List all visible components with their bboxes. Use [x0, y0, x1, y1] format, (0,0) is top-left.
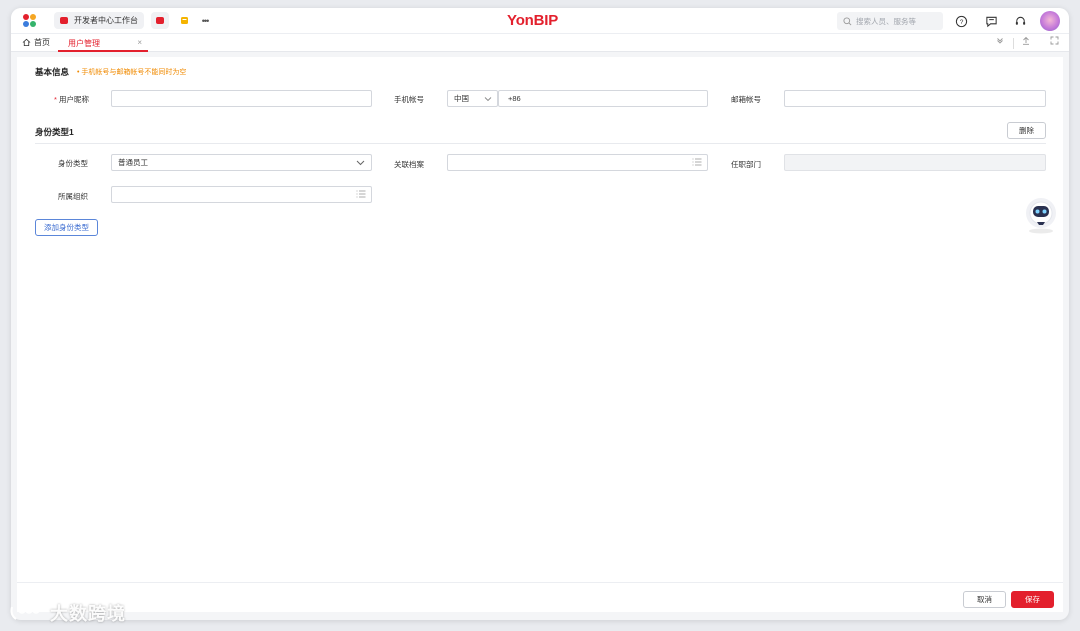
list-icon[interactable]	[692, 158, 702, 166]
chevron-down-icon[interactable]	[996, 36, 1004, 46]
top-bar: 开发者中心工作台 ••• YonBIP 搜索人员、服务等 ?	[11, 8, 1069, 34]
identity-type-value: 普通员工	[118, 158, 148, 167]
email-label: 邮箱帐号	[731, 95, 761, 104]
country-value: 中国	[454, 94, 469, 103]
archive-label: 关联档案	[394, 160, 424, 169]
search-input[interactable]: 搜索人员、服务等	[837, 12, 943, 30]
identity-type-select[interactable]: 普通员工	[111, 154, 372, 171]
tabs-divider	[1013, 38, 1014, 49]
footer-bar: 取消 保存	[17, 582, 1063, 612]
delete-button[interactable]: 删除	[1007, 122, 1046, 139]
list-icon[interactable]	[356, 190, 366, 198]
note-icon[interactable]	[177, 13, 193, 29]
dept-label: 任职部门	[731, 160, 761, 169]
phone-label: 手机帐号	[394, 95, 424, 104]
org-input[interactable]	[111, 186, 372, 203]
phone-input[interactable]: +86	[498, 90, 708, 107]
tab-home[interactable]: 首页	[22, 37, 50, 48]
basic-info-hint: • 手机帐号与邮箱帐号不能同时为空	[77, 69, 187, 76]
required-mark: *	[54, 95, 57, 104]
search-icon	[843, 16, 852, 25]
identity-type-label: 身份类型	[58, 159, 88, 168]
add-identity-type-button[interactable]: 添加身份类型	[35, 219, 98, 236]
nickname-input[interactable]	[111, 90, 372, 107]
dept-input	[784, 154, 1046, 171]
close-tab-icon[interactable]: ×	[137, 38, 142, 47]
watermark-text: 大数跨境	[50, 604, 126, 624]
app-window: 开发者中心工作台 ••• YonBIP 搜索人员、服务等 ? 首页 用户管理 ×…	[11, 8, 1069, 620]
tab-user-management-label: 用户管理	[68, 39, 100, 48]
upload-icon[interactable]	[1022, 36, 1030, 47]
headset-icon[interactable]	[1012, 13, 1028, 29]
org-label: 所属组织	[58, 192, 88, 201]
archive-input[interactable]	[447, 154, 708, 171]
robot-assistant-icon[interactable]	[1023, 196, 1059, 234]
section-divider	[35, 143, 1046, 144]
cancel-button[interactable]: 取消	[963, 591, 1006, 608]
workbench-icon	[60, 17, 68, 24]
app-red-icon	[156, 17, 164, 24]
home-icon	[22, 38, 31, 47]
chevron-down-icon	[356, 160, 365, 165]
country-select[interactable]: 中国	[447, 90, 498, 107]
basic-info-title: 基本信息	[35, 67, 70, 77]
help-icon[interactable]: ?	[953, 13, 969, 29]
yonbip-logo: YonBIP	[507, 12, 559, 29]
app-tab-red[interactable]	[151, 12, 169, 29]
tab-home-label: 首页	[34, 38, 50, 47]
user-avatar[interactable]	[1040, 11, 1060, 31]
form-content: 基本信息 • 手机帐号与邮箱帐号不能同时为空 * 用户昵称 手机帐号 中国 +8…	[17, 57, 1063, 612]
nickname-label: * 用户昵称	[54, 94, 89, 105]
workbench-tab[interactable]: 开发者中心工作台	[54, 12, 144, 29]
search-placeholder: 搜索人员、服务等	[856, 16, 916, 26]
watermark: 大数跨境	[8, 600, 126, 626]
tab-user-management[interactable]: 用户管理 ×	[58, 34, 148, 52]
hint-text: 手机帐号与邮箱帐号不能同时为空	[81, 69, 187, 76]
more-icon[interactable]: •••	[197, 13, 213, 29]
workbench-tab-label: 开发者中心工作台	[74, 16, 138, 25]
page-tabs-bar: 首页 用户管理 ×	[11, 34, 1069, 52]
message-icon[interactable]	[983, 13, 999, 29]
fullscreen-icon[interactable]	[1050, 36, 1059, 47]
identity-title: 身份类型1	[35, 127, 74, 137]
apps-grid-icon[interactable]	[22, 13, 38, 29]
nickname-label-text: 用户昵称	[59, 95, 90, 104]
save-button[interactable]: 保存	[1011, 591, 1054, 608]
email-input[interactable]	[784, 90, 1046, 107]
chevron-down-icon	[484, 96, 492, 101]
watermark-logo-icon	[10, 606, 40, 620]
svg-text:?: ?	[959, 18, 963, 25]
